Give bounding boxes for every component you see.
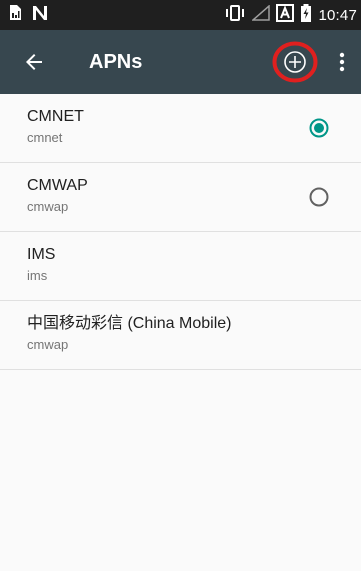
apn-name: IMS <box>27 246 56 263</box>
app-toolbar: APNs <box>0 30 361 94</box>
signal-icon <box>251 3 271 26</box>
status-right-icons: 10:47 <box>224 3 357 27</box>
radio-selected[interactable] <box>309 118 329 138</box>
status-time: 10:47 <box>318 6 357 24</box>
radio-unselected[interactable] <box>309 187 329 207</box>
vibrate-icon <box>224 4 246 26</box>
apn-item-cmwap[interactable]: CMWAP cmwap <box>0 163 361 232</box>
add-circle-icon <box>284 51 306 73</box>
apn-item-china-mobile-mms[interactable]: 中国移动彩信 (China Mobile) cmwap <box>0 301 361 370</box>
apn-name: CMNET <box>27 108 84 125</box>
sim-card-icon <box>8 4 22 26</box>
add-apn-button[interactable] <box>272 41 318 83</box>
apn-value: cmnet <box>27 130 63 145</box>
page-title: APNs <box>89 51 143 73</box>
arrow-back-icon <box>22 54 46 78</box>
more-vert-icon <box>334 52 350 78</box>
apn-settings-screen: 10:47 APNs CMNET cmnet CMWAP cmwap IMS i… <box>0 0 361 571</box>
apn-value: cmwap <box>27 337 69 352</box>
apn-value: ims <box>27 268 48 283</box>
apn-item-cmnet[interactable]: CMNET cmnet <box>0 94 361 163</box>
status-bar: 10:47 <box>0 0 361 30</box>
apn-item-ims[interactable]: IMS ims <box>0 232 361 301</box>
apn-value: cmwap <box>27 199 69 214</box>
apn-name: 中国移动彩信 (China Mobile) <box>27 315 232 332</box>
more-options-button[interactable] <box>334 50 350 74</box>
no-sim-icon <box>276 3 295 27</box>
back-button[interactable] <box>22 50 46 74</box>
apn-list: CMNET cmnet CMWAP cmwap IMS ims 中国移动彩信 (… <box>0 94 361 370</box>
n-notification-icon <box>32 5 48 26</box>
apn-name: CMWAP <box>27 177 88 194</box>
status-left-icons <box>8 4 48 26</box>
battery-icon <box>300 3 312 27</box>
